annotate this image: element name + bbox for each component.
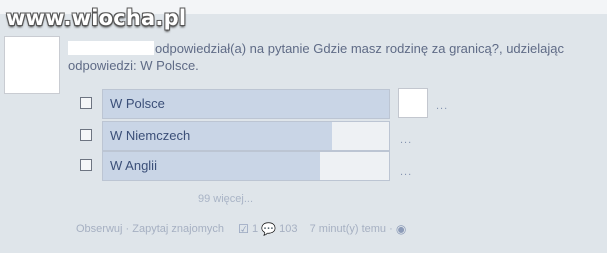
option-label: W Polsce [110, 96, 165, 111]
option-label: W Anglii [110, 158, 157, 173]
option-more-dots[interactable]: ... [436, 100, 448, 112]
globe-icon: ◉ [395, 222, 407, 236]
poll-option[interactable]: W Niemczech ... [80, 120, 470, 151]
separator: · [125, 223, 130, 235]
option-bar[interactable]: W Niemczech [102, 121, 390, 151]
comment-icon: 💬 [261, 222, 277, 236]
checks-count[interactable]: 1 [252, 223, 258, 235]
avatar[interactable] [4, 36, 60, 94]
option-bar[interactable]: W Polsce [102, 89, 390, 119]
option-more-dots[interactable]: ... [400, 166, 412, 178]
separator: · [389, 223, 393, 235]
follow-link[interactable]: Obserwuj [76, 223, 122, 235]
comments-count[interactable]: 103 [279, 223, 297, 235]
option-checkbox[interactable] [80, 129, 92, 141]
more-options-link[interactable]: 99 więcej... [198, 193, 253, 205]
option-more-dots[interactable]: ... [400, 134, 412, 146]
redacted-user-name[interactable] [68, 41, 154, 55]
story-line2: odpowiedzi: W Polsce. [68, 58, 199, 73]
ask-friends-link[interactable]: Zapytaj znajomych [132, 223, 224, 235]
story-text: odpowiedział(a) na pytanie Gdzie masz ro… [68, 40, 588, 74]
voter-avatar[interactable] [398, 88, 428, 118]
story-line1: odpowiedział(a) na pytanie Gdzie masz ro… [155, 41, 565, 56]
poll-option[interactable]: W Polsce ... [80, 88, 470, 119]
checkbox-icon: ☑ [238, 222, 249, 236]
option-label: W Niemczech [110, 128, 191, 143]
option-checkbox[interactable] [80, 97, 92, 109]
option-checkbox[interactable] [80, 159, 92, 171]
watermark-logo: www.wiocha.pl [6, 6, 187, 30]
option-bar[interactable]: W Anglii [102, 151, 390, 181]
poll-option[interactable]: W Anglii ... [80, 150, 470, 181]
timestamp[interactable]: 7 minut(y) temu [310, 223, 386, 235]
story-footer: Obserwuj · Zapytaj znajomych ☑ 1 💬 103 7… [76, 222, 406, 236]
